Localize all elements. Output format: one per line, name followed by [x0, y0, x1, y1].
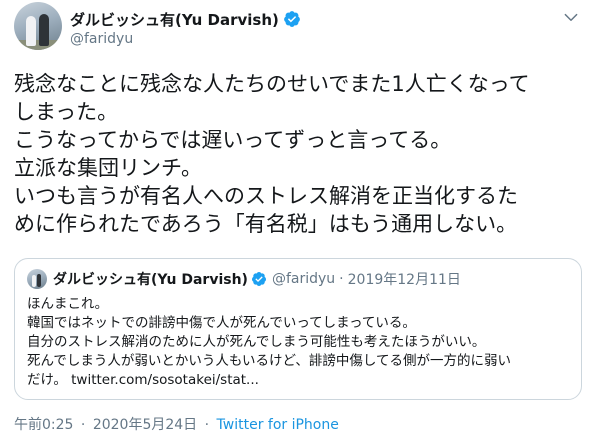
tweet-text-line: しまった。	[14, 100, 119, 124]
tweet-text: 残念なことに残念な人たちのせいでまた1人亡くなって しまった。 こうなってからで…	[14, 70, 584, 238]
tweet-date[interactable]: 2020年5月24日	[93, 417, 197, 433]
meta-separator: ·	[80, 417, 86, 433]
meta-separator: ·	[204, 417, 210, 433]
quoted-author-handle: @faridyu	[271, 271, 336, 287]
quoted-separator: ·	[339, 271, 344, 287]
quoted-date: 2019年12月11日	[347, 272, 461, 288]
quoted-author-avatar	[27, 269, 47, 289]
quoted-text-line: だけ。 twitter.com/sosotakei/stat...	[27, 372, 259, 388]
tweet-text-line: いつも言うが有名人へのストレス解消を正当化するた	[14, 184, 518, 208]
quoted-author-display-name: ダルビッシュ有(Yu Darvish)	[53, 272, 248, 288]
quoted-text-line: 韓国ではネットでの誹謗中傷で人が死んでいってしまっている。	[27, 315, 416, 331]
quoted-text-line: ほんまこれ。	[27, 296, 109, 312]
quoted-tweet-text: ほんまこれ。 韓国ではネットでの誹謗中傷で人が死んでいってしまっている。 自分の…	[27, 295, 572, 390]
tweet-text-line: こうなってからでは遅いってずっと言ってる。	[14, 128, 452, 152]
author-handle[interactable]: @faridyu	[70, 31, 133, 47]
avatar-photo-figure	[37, 274, 41, 287]
tweet-card: ダルビッシュ有(Yu Darvish) @faridyu 残念なことに残念な人た…	[0, 0, 596, 448]
chevron-down-icon[interactable]	[562, 8, 580, 26]
tweet-text-line: 残念なことに残念な人たちのせいでまた1人亡くなって	[14, 72, 530, 96]
verified-badge-icon	[251, 272, 266, 286]
quoted-tweet[interactable]: ダルビッシュ有(Yu Darvish) @faridyu · 2019年12月1…	[14, 258, 582, 400]
author-display-name[interactable]: ダルビッシュ有(Yu Darvish)	[70, 9, 279, 30]
avatar-photo-figure	[32, 275, 36, 287]
quoted-text-line: 自分のストレス解消のために人が死んでしまう可能性も考えたほうがいい。	[27, 334, 486, 350]
tweet-time[interactable]: 午前0:25	[14, 417, 73, 433]
avatar-photo-ground	[14, 40, 62, 50]
tweet-text-line: 立派な集団リンチ。	[14, 156, 202, 180]
tweet-text-line: めに作られたであろう「有名税」はもう通用しない。	[14, 212, 518, 236]
author-name-row[interactable]: ダルビッシュ有(Yu Darvish)	[70, 9, 301, 29]
avatar-photo-figure	[39, 14, 49, 46]
avatar-photo-figure	[26, 16, 36, 46]
quoted-text-line: 死んでしまう人が弱いとかいう人もいるけど、誹謗中傷してる側が一方的に弱い	[27, 353, 511, 369]
tweet-source-link[interactable]: Twitter for iPhone	[217, 417, 339, 433]
tweet-metadata: 午前0:25 · 2020年5月24日 · Twitter for iPhone	[14, 414, 339, 434]
verified-badge-icon	[284, 11, 300, 27]
author-avatar[interactable]	[14, 2, 62, 50]
quoted-tweet-header: ダルビッシュ有(Yu Darvish) @faridyu · 2019年12月1…	[27, 269, 461, 289]
